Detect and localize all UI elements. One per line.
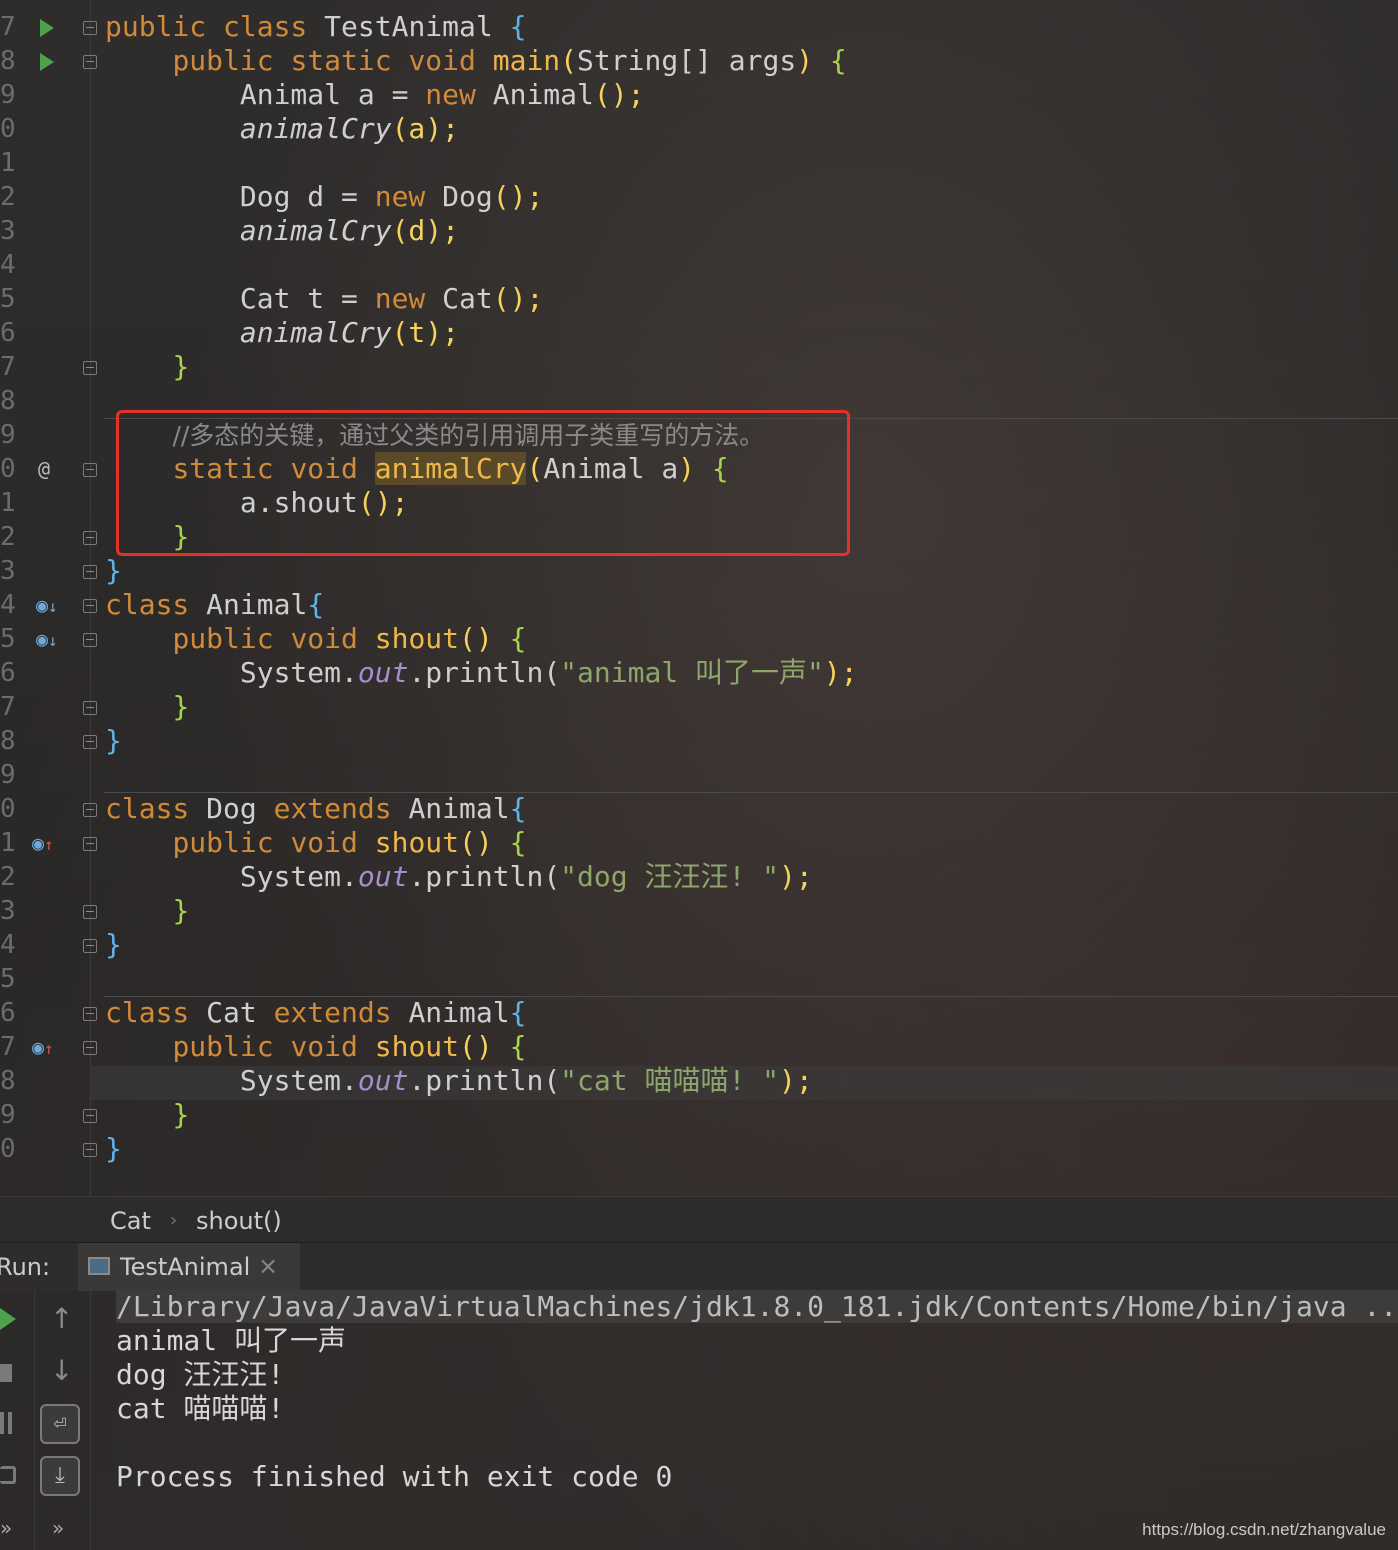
code-line[interactable]: animalCry(a); bbox=[0, 112, 1398, 146]
run-console[interactable]: » ↑ ↓ ⏎ ⤓ » /Library/Java/JavaVirtualMac… bbox=[0, 1290, 1398, 1550]
code-line[interactable]: } bbox=[0, 350, 1398, 384]
watermark: https://blog.csdn.net/zhangvalue bbox=[1142, 1520, 1386, 1539]
run-toolwindow-header: Run: TestAnimal × bbox=[0, 1242, 1398, 1291]
code-line[interactable]: System.out.println("animal 叫了一声"); bbox=[0, 656, 1398, 690]
code-line[interactable]: public class TestAnimal { bbox=[0, 10, 1398, 44]
console-line: /Library/Java/JavaVirtualMachines/jdk1.8… bbox=[116, 1290, 1398, 1324]
line-number: 5 bbox=[0, 964, 16, 994]
code-editor[interactable]: 7890123456789012345678901234567890 @ ◉↓ … bbox=[0, 0, 1398, 1196]
stop-icon[interactable] bbox=[0, 1364, 12, 1382]
code-line[interactable]: } bbox=[0, 1132, 1398, 1166]
code-line[interactable]: Dog d = new Dog(); bbox=[0, 180, 1398, 214]
line-number: 9 bbox=[0, 760, 16, 790]
console-tab-icon bbox=[88, 1257, 110, 1275]
run-toolbar-left: » bbox=[0, 1290, 35, 1550]
console-line: cat 喵喵喵! bbox=[116, 1392, 285, 1425]
camera-icon[interactable] bbox=[0, 1466, 16, 1484]
pause-icon[interactable] bbox=[0, 1412, 12, 1434]
code-line[interactable]: } bbox=[0, 928, 1398, 962]
console-line: animal 叫了一声 bbox=[116, 1324, 347, 1357]
code-line[interactable]: System.out.println("cat 喵喵喵! "); bbox=[0, 1064, 1398, 1098]
breadcrumb-class[interactable]: Cat bbox=[110, 1207, 151, 1235]
scroll-to-end-icon[interactable]: ⤓ bbox=[40, 1456, 80, 1496]
line-number: 4 bbox=[0, 250, 16, 280]
arrow-down-icon[interactable]: ↓ bbox=[50, 1354, 73, 1387]
code-line[interactable]: class Dog extends Animal{ bbox=[0, 792, 1398, 826]
code-line[interactable]: public void shout() { bbox=[0, 826, 1398, 860]
console-line: Process finished with exit code 0 bbox=[116, 1460, 673, 1493]
code-line[interactable]: public static void main(String[] args) { bbox=[0, 44, 1398, 78]
highlight-annotation-box bbox=[116, 410, 850, 556]
code-line[interactable]: System.out.println("dog 汪汪汪! "); bbox=[0, 860, 1398, 894]
breadcrumb-method[interactable]: shout() bbox=[196, 1207, 282, 1235]
code-line[interactable]: } bbox=[0, 1098, 1398, 1132]
code-line[interactable]: } bbox=[0, 894, 1398, 928]
more-icon[interactable]: » bbox=[52, 1516, 64, 1540]
code-line[interactable]: } bbox=[0, 554, 1398, 588]
breadcrumb[interactable]: Cat › shout() bbox=[0, 1196, 1398, 1243]
run-toolbar-right: ↑ ↓ ⏎ ⤓ » bbox=[34, 1290, 91, 1550]
code-line[interactable]: } bbox=[0, 724, 1398, 758]
line-number: 8 bbox=[0, 386, 16, 416]
tab-label: TestAnimal bbox=[120, 1253, 251, 1281]
run-label: Run: bbox=[0, 1253, 51, 1281]
line-number: 1 bbox=[0, 148, 16, 178]
code-line[interactable]: public void shout() { bbox=[0, 622, 1398, 656]
rerun-icon[interactable] bbox=[0, 1308, 16, 1330]
code-line[interactable]: public void shout() { bbox=[0, 1030, 1398, 1064]
code-line[interactable]: animalCry(t); bbox=[0, 316, 1398, 350]
arrow-up-icon[interactable]: ↑ bbox=[50, 1302, 73, 1335]
breadcrumb-separator: › bbox=[170, 1210, 178, 1231]
code-line[interactable]: class Animal{ bbox=[0, 588, 1398, 622]
console-line: dog 汪汪汪! bbox=[116, 1358, 285, 1391]
code-line[interactable]: class Cat extends Animal{ bbox=[0, 996, 1398, 1030]
close-icon[interactable]: × bbox=[258, 1252, 278, 1280]
code-line[interactable]: Animal a = new Animal(); bbox=[0, 78, 1398, 112]
code-line[interactable]: Cat t = new Cat(); bbox=[0, 282, 1398, 316]
soft-wrap-icon[interactable]: ⏎ bbox=[40, 1404, 80, 1444]
tab-testanimal[interactable]: TestAnimal × bbox=[78, 1243, 300, 1291]
code-line[interactable]: } bbox=[0, 690, 1398, 724]
code-line[interactable]: animalCry(d); bbox=[0, 214, 1398, 248]
more-icon[interactable]: » bbox=[0, 1516, 12, 1540]
